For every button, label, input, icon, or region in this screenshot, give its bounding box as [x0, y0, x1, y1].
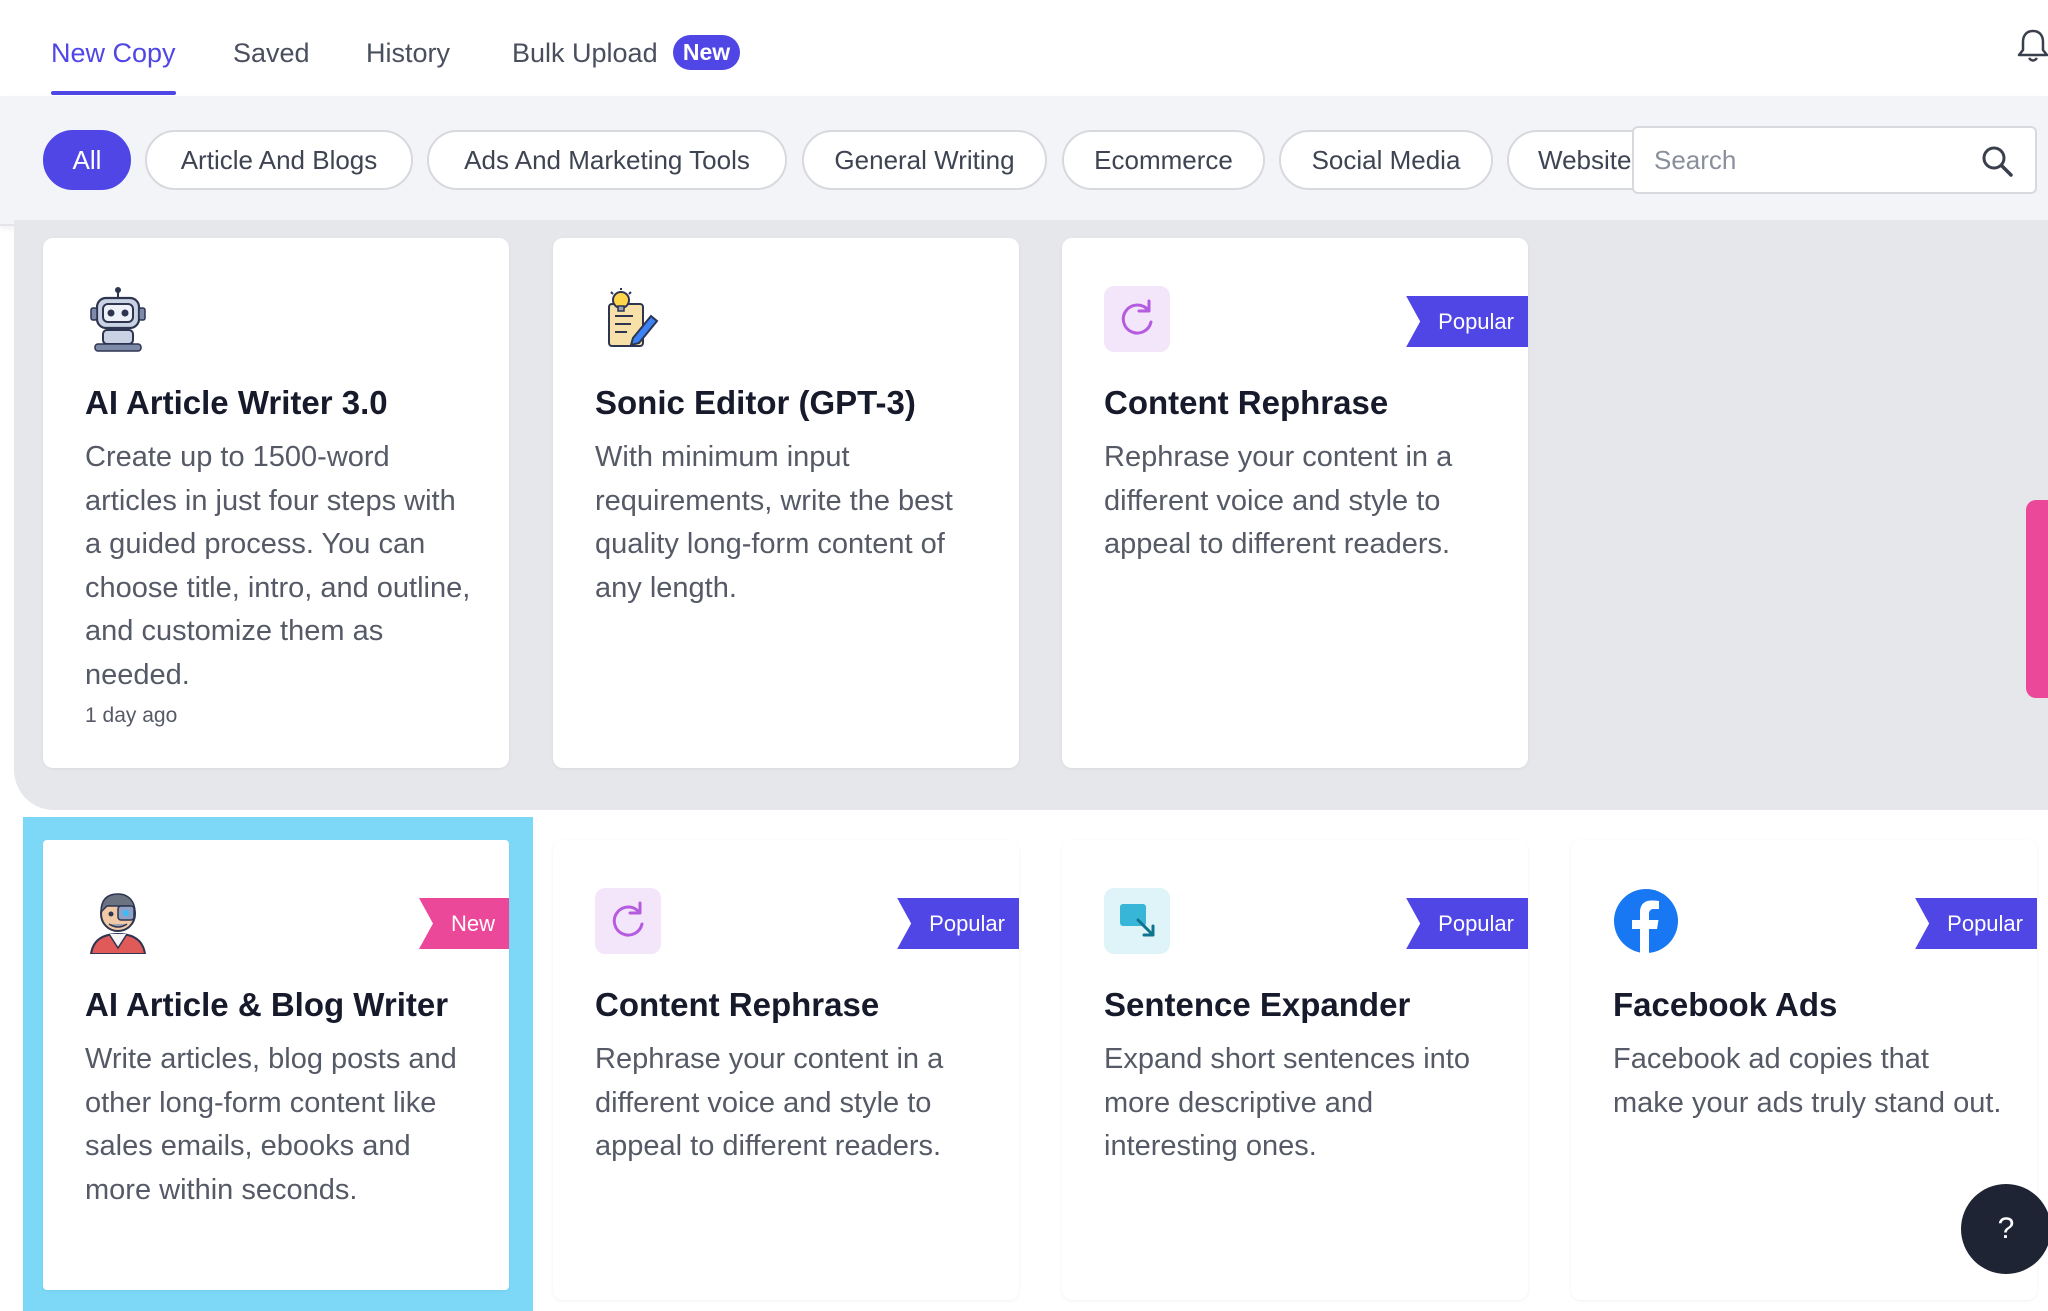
- tab-history[interactable]: History: [366, 38, 450, 69]
- popular-badge: Popular: [1406, 296, 1528, 347]
- filter-chip-social-media[interactable]: Social Media: [1279, 130, 1493, 190]
- tool-card-ai-article-writer[interactable]: AI Article Writer 3.0 Create up to 1500-…: [43, 238, 509, 768]
- card-description: Rephrase your content in a different voi…: [595, 1043, 944, 1162]
- popular-badge: Popular: [897, 898, 1019, 949]
- feedback-side-tab[interactable]: [2026, 500, 2048, 698]
- filter-chip-all[interactable]: All: [43, 130, 131, 190]
- notepad-lightbulb-icon: [608, 288, 659, 347]
- search-box: [1632, 126, 2037, 194]
- card-description: Write articles, blog posts and other lon…: [85, 1043, 457, 1206]
- popular-badge: Popular: [1406, 898, 1528, 949]
- robot-icon: [90, 287, 146, 352]
- new-badge: New: [673, 35, 740, 70]
- card-title: Content Rephrase: [595, 986, 880, 1023]
- card-title: Sentence Expander: [1104, 986, 1411, 1023]
- card-description: Create up to 1500-word articles in just …: [85, 441, 471, 691]
- filter-chip-article-blogs[interactable]: Article And Blogs: [145, 130, 413, 190]
- search-input[interactable]: [1654, 140, 1954, 180]
- filter-chip-general-writing[interactable]: General Writing: [802, 130, 1047, 190]
- card-title: AI Article Writer 3.0: [85, 384, 388, 421]
- top-tab-bar: New Copy Saved History Bulk Upload New: [0, 0, 2048, 96]
- tab-saved[interactable]: Saved: [233, 38, 310, 69]
- filter-chip-ads-marketing[interactable]: Ads And Marketing Tools: [427, 130, 787, 190]
- search-icon[interactable]: [1980, 144, 2014, 178]
- popular-badge: Popular: [1915, 898, 2037, 949]
- cyborg-icon: [89, 893, 147, 954]
- tool-card-sonic-editor[interactable]: Sonic Editor (GPT-3) With minimum input …: [553, 238, 1019, 768]
- tab-bulk-upload[interactable]: Bulk Upload: [512, 38, 658, 69]
- tool-card-ai-article-blog-writer[interactable]: New AI Article & Blog Writer Write artic…: [43, 840, 509, 1290]
- card-title: AI Article & Blog Writer: [85, 986, 449, 1023]
- refresh-icon: [595, 888, 661, 954]
- tool-card-content-rephrase-2[interactable]: Popular Content Rephrase Rephrase your c…: [553, 840, 1019, 1300]
- tab-new-copy[interactable]: New Copy: [51, 38, 176, 69]
- last-used-time: 1 day ago: [85, 704, 178, 727]
- card-title: Sonic Editor (GPT-3): [595, 384, 916, 421]
- active-tab-indicator: [51, 91, 176, 95]
- card-description: With minimum input requirements, write t…: [595, 441, 953, 604]
- tool-card-content-rephrase[interactable]: Popular Content Rephrase Rephrase your c…: [1062, 238, 1528, 768]
- card-title: Content Rephrase: [1104, 384, 1389, 421]
- card-description: Expand short sentences into more descrip…: [1104, 1043, 1470, 1162]
- card-title: Facebook Ads: [1613, 986, 1838, 1023]
- card-description: Rephrase your content in a different voi…: [1104, 441, 1453, 560]
- refresh-icon: [1104, 286, 1170, 352]
- card-description: Facebook ad copies that make your ads tr…: [1613, 1043, 2002, 1119]
- facebook-icon: [1614, 889, 1678, 954]
- tool-card-sentence-expander[interactable]: Popular Sentence Expander Expand short s…: [1062, 840, 1528, 1300]
- new-badge: New: [418, 898, 509, 949]
- filter-chip-ecommerce[interactable]: Ecommerce: [1062, 130, 1265, 190]
- expand-icon: [1104, 888, 1170, 954]
- category-filter-bar: All Article And Blogs Ads And Marketing …: [0, 96, 2048, 226]
- help-button[interactable]: ?: [1961, 1184, 2048, 1274]
- bell-icon[interactable]: [2016, 28, 2048, 64]
